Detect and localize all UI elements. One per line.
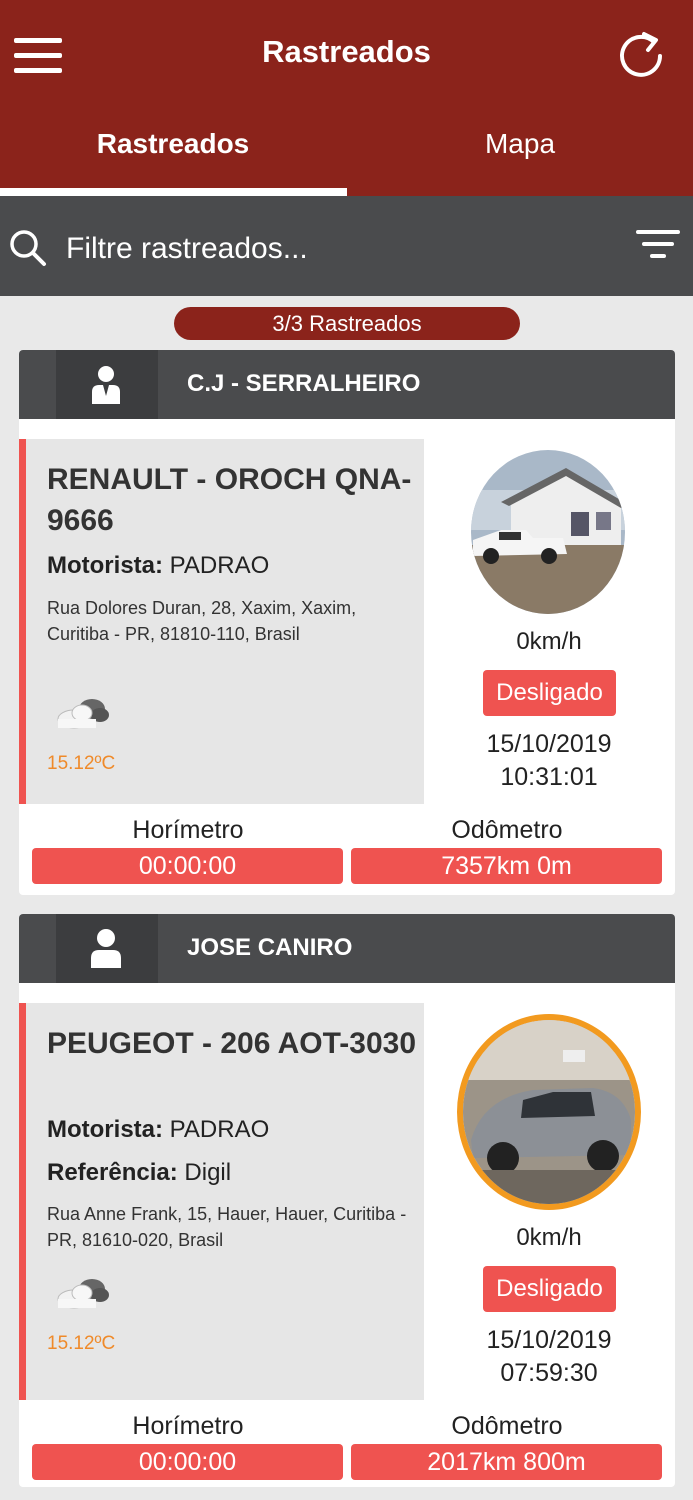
- driver-field: Motorista: PADRAO: [47, 1116, 269, 1144]
- odometer-label: Odômetro: [451, 816, 563, 844]
- reference-field: Referência: Digil: [47, 1159, 231, 1187]
- address: Rua Anne Frank, 15, Hauer, Hauer, Curiti…: [47, 1204, 407, 1250]
- hourmeter-label: Horímetro: [132, 1412, 244, 1440]
- business-person-icon: [92, 366, 120, 404]
- status-badge: Desligado: [483, 670, 616, 716]
- icon-container: [56, 350, 158, 419]
- last-update-time: 07:59:30: [500, 1359, 598, 1387]
- address: Rua Dolores Duran, 28, Xaxim, Xaxim, Cur…: [47, 598, 357, 644]
- vehicle-title: PEUGEOT - 206 AOT-3030: [47, 1027, 417, 1060]
- driver-label: Motorista:: [47, 1116, 163, 1143]
- card-header: C.J - SERRALHEIRO: [19, 350, 675, 419]
- search-input[interactable]: [66, 226, 606, 272]
- last-update-date: 15/10/2019: [486, 1326, 612, 1354]
- speed: 0km/h: [516, 1224, 582, 1251]
- hourmeter-label: Horímetro: [132, 816, 244, 844]
- tab-mapa[interactable]: Mapa: [347, 128, 693, 160]
- reference-label: Referência:: [47, 1159, 178, 1186]
- card-header: JOSE CANIRO: [19, 914, 675, 983]
- last-update-time: 10:31:01: [500, 763, 598, 791]
- vehicle-card[interactable]: JOSE CANIRO PEUGEOT - 206 AOT-3030 Motor…: [19, 914, 675, 1487]
- filter-icon[interactable]: [636, 230, 680, 262]
- vehicle-info-panel: PEUGEOT - 206 AOT-3030 Motorista: PADRAO…: [19, 1003, 424, 1400]
- app-bar: Rastreados Rastreados Mapa: [0, 0, 693, 196]
- page-title: Rastreados: [262, 34, 431, 69]
- owner-name: C.J - SERRALHEIRO: [187, 370, 421, 397]
- search-icon: [10, 230, 46, 266]
- driver-value: PADRAO: [169, 1116, 270, 1143]
- vehicle-title: RENAULT - OROCH QNA-9666: [47, 463, 412, 537]
- owner-name: JOSE CANIRO: [187, 934, 353, 961]
- reference-value: Digil: [184, 1159, 232, 1186]
- tab-rastreados[interactable]: Rastreados: [0, 128, 346, 160]
- status-badge: Desligado: [483, 1266, 616, 1312]
- tracked-count-badge: 3/3 Rastreados: [174, 307, 520, 340]
- cloudy-icon: [57, 699, 109, 729]
- icon-container: [56, 914, 158, 983]
- cloudy-icon: [57, 1279, 109, 1309]
- hourmeter-value: 00:00:00: [32, 848, 343, 884]
- driver-label: Motorista:: [47, 552, 163, 579]
- speed: 0km/h: [516, 628, 582, 655]
- vehicle-info-panel: RENAULT - OROCH QNA-9666 Motorista: PADR…: [19, 439, 424, 804]
- vehicle-photo[interactable]: [457, 1014, 641, 1210]
- refresh-icon[interactable]: [614, 26, 668, 84]
- odometer-value: 2017km 800m: [351, 1444, 662, 1480]
- active-tab-indicator: [0, 188, 347, 196]
- hourmeter-value: 00:00:00: [32, 1444, 343, 1480]
- vehicle-card[interactable]: C.J - SERRALHEIRO RENAULT - OROCH QNA-96…: [19, 350, 675, 895]
- person-icon: [91, 929, 121, 968]
- last-update-date: 15/10/2019: [486, 730, 612, 758]
- odometer-value: 7357km 0m: [351, 848, 662, 884]
- driver-field: Motorista: PADRAO: [47, 552, 269, 580]
- vehicle-photo[interactable]: [471, 450, 625, 614]
- temperature: 15.12ºC: [47, 1333, 116, 1354]
- odometer-label: Odômetro: [451, 1412, 563, 1440]
- driver-value: PADRAO: [169, 552, 270, 579]
- temperature: 15.12ºC: [47, 753, 116, 774]
